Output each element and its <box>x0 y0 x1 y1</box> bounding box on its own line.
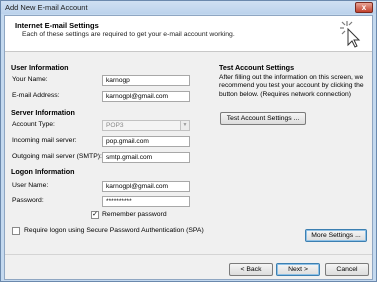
header-title: Internet E-mail Settings <box>15 21 99 30</box>
more-settings-button[interactable]: More Settings ... <box>305 229 367 242</box>
password-label: Password: <box>12 197 44 204</box>
remember-password-label: Remember password <box>102 211 167 218</box>
next-button[interactable]: Next > <box>276 263 320 276</box>
your-name-label: Your Name: <box>12 76 48 83</box>
outgoing-server-input[interactable]: smtp.gmail.com <box>102 152 190 163</box>
checkmark-icon: ✓ <box>92 211 98 218</box>
email-address-label: E-mail Address: <box>12 92 60 99</box>
title-bar: Add New E-mail Account x <box>1 1 376 14</box>
back-button[interactable]: < Back <box>229 263 273 276</box>
user-name-label: User Name: <box>12 182 49 189</box>
cursor-click-icon <box>340 21 361 48</box>
close-icon[interactable]: x <box>355 2 373 13</box>
user-name-input[interactable]: karnogpl@gmail.com <box>102 181 190 192</box>
incoming-server-label: Incoming mail server: <box>12 137 77 144</box>
account-type-value: POP3 <box>106 122 124 129</box>
dialog-body: Internet E-mail Settings Each of these s… <box>4 15 373 280</box>
spa-label: Require logon using Secure Password Auth… <box>24 227 204 234</box>
remember-password-checkbox[interactable]: ✓ <box>91 211 99 219</box>
test-account-settings-button[interactable]: Test Account Settings ... <box>220 112 306 125</box>
account-type-select: POP3 ▼ <box>102 120 190 131</box>
chevron-down-icon: ▼ <box>180 121 189 130</box>
footer-divider <box>5 254 372 255</box>
account-type-label: Account Type: <box>12 121 55 128</box>
test-account-heading: Test Account Settings <box>219 63 295 72</box>
logon-info-heading: Logon Information <box>11 167 75 176</box>
incoming-server-input[interactable]: pop.gmail.com <box>102 136 190 147</box>
user-info-heading: User Information <box>11 63 69 72</box>
window-title: Add New E-mail Account <box>5 3 88 12</box>
dialog-header: Internet E-mail Settings Each of these s… <box>5 16 372 52</box>
server-info-heading: Server Information <box>11 108 75 117</box>
password-input[interactable]: ********** <box>102 196 190 207</box>
spa-checkbox[interactable] <box>12 227 20 235</box>
cancel-button[interactable]: Cancel <box>325 263 369 276</box>
test-account-description: After filling out the information on thi… <box>219 74 364 98</box>
email-address-input[interactable]: karnogpl@gmail.com <box>102 91 190 102</box>
your-name-input[interactable]: karnogp <box>102 75 190 86</box>
add-email-account-window: Add New E-mail Account x Internet E-mail… <box>0 0 377 282</box>
outgoing-server-label: Outgoing mail server (SMTP): <box>12 153 102 160</box>
header-subtitle: Each of these settings are required to g… <box>22 31 235 38</box>
